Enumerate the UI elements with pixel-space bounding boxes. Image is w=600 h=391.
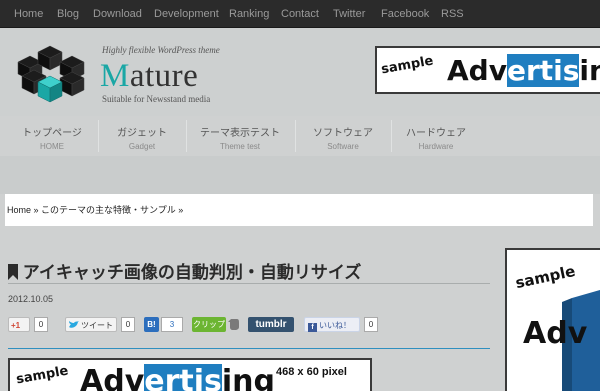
post-date: 2012.10.05 <box>8 294 54 304</box>
ad-word-highlight: ertis <box>144 364 222 391</box>
gplus-label: +1 <box>11 321 21 330</box>
site-tagline: Highly flexible WordPress theme <box>102 45 220 55</box>
title-underline <box>8 283 490 284</box>
logo-cubes-icon[interactable] <box>8 40 96 108</box>
logo-rest: ature <box>129 58 199 94</box>
nav-item-label: ハードウェア <box>406 128 466 139</box>
content-advertisement[interactable]: sample Advertising 468 x 60 pixel <box>8 358 372 391</box>
ad-word: Advertising <box>80 364 275 391</box>
content-divider <box>8 348 490 349</box>
tweet-button[interactable]: ツイート <box>65 317 117 332</box>
ad-word: Adv <box>523 316 588 351</box>
evernote-icon[interactable] <box>228 318 240 331</box>
topnav-link-contact[interactable]: Contact <box>281 8 319 20</box>
ad-word-highlight: ertis <box>506 54 580 87</box>
nav-item-label: トップページ <box>22 128 82 139</box>
hatena-bookmark-button[interactable]: B! <box>144 317 159 332</box>
ad-word-pre: Adv <box>80 364 145 391</box>
facebook-like-button[interactable]: f いいね！ <box>304 317 360 332</box>
topnav-link-home[interactable]: Home <box>14 8 43 20</box>
topnav-link-rss[interactable]: RSS <box>441 8 464 20</box>
ad-word: Advertising <box>447 54 600 87</box>
ad-word-post: ing <box>221 364 275 391</box>
nav-item-sublabel: Software <box>327 142 359 151</box>
ad-size-label: 468 x 60 pixel <box>276 366 347 378</box>
nav-divider <box>295 120 296 152</box>
breadcrumb[interactable]: Home » このテーマの主な特徴・サンプル » <box>5 194 593 226</box>
facebook-like-label: いいね！ <box>319 321 351 330</box>
gplus-button[interactable]: +1 <box>8 317 30 332</box>
tumblr-button[interactable]: tumblr <box>248 317 294 332</box>
header-band <box>0 156 600 194</box>
ad-word-pre: Adv <box>447 54 507 87</box>
nav-item-sublabel: HOME <box>40 142 64 151</box>
breadcrumb-text[interactable]: Home » このテーマの主な特徴・サンプル » <box>7 203 183 216</box>
bookmark-icon <box>8 264 18 280</box>
nav-divider <box>391 120 392 152</box>
topnav-link-ranking[interactable]: Ranking <box>229 8 269 20</box>
header-advertisement[interactable]: sample Advertising <box>375 46 600 94</box>
nav-item-label: テーマ表示テスト <box>200 128 280 139</box>
ad-sample-label: sample <box>15 363 70 388</box>
twitter-bird-icon <box>69 321 79 328</box>
tweet-count: 0 <box>121 317 135 332</box>
nav-item-software[interactable]: ソフトウェア Software <box>302 116 384 156</box>
topnav-link-development[interactable]: Development <box>154 8 219 20</box>
topnav-link-facebook[interactable]: Facebook <box>381 8 429 20</box>
nav-divider <box>98 120 99 152</box>
nav-item-sublabel: Theme test <box>219 142 260 151</box>
post-title: アイキャッチ画像の自動判別・自動リサイズ <box>8 258 361 283</box>
main-navigation: トップページ HOME ガジェット Gadget テーマ表示テスト Theme … <box>0 116 600 156</box>
nav-item-label: ソフトウェア <box>313 128 373 139</box>
nav-item-label: ガジェット <box>117 128 167 139</box>
clip-button[interactable]: クリップ <box>192 317 226 332</box>
ad-sample-label: sample <box>380 53 435 78</box>
site-logo[interactable]: Mature <box>100 58 198 95</box>
nav-item-hardware[interactable]: ハードウェア Hardware <box>396 116 476 156</box>
nav-item-gadget[interactable]: ガジェット Gadget <box>104 116 180 156</box>
hatena-count: 3 <box>161 317 183 332</box>
topnav-link-download[interactable]: Download <box>93 8 142 20</box>
logo-first-letter: M <box>100 58 130 94</box>
top-navigation-bar: Home Blog Download Development Ranking C… <box>0 0 600 28</box>
tweet-label: ツイート <box>81 321 113 330</box>
gplus-count: 0 <box>34 317 48 332</box>
nav-divider <box>186 120 187 152</box>
ad-word-post: ing <box>579 54 600 87</box>
topnav-link-blog[interactable]: Blog <box>57 8 79 20</box>
nav-item-home[interactable]: トップページ HOME <box>14 116 90 156</box>
nav-item-theme-test[interactable]: テーマ表示テスト Theme test <box>192 116 288 156</box>
nav-item-sublabel: Gadget <box>128 142 156 151</box>
facebook-icon: f <box>308 323 317 332</box>
topnav-link-twitter[interactable]: Twitter <box>333 8 365 20</box>
nav-item-sublabel: Hardware <box>418 142 454 151</box>
social-buttons: +1 0 ツイート 0 B! 3 クリップ tumblr f いいね！ 0 <box>0 317 400 332</box>
post-title-text: アイキャッチ画像の自動判別・自動リサイズ <box>22 263 362 282</box>
site-sublabel: Suitable for Newsstand media <box>102 94 211 104</box>
facebook-count: 0 <box>364 317 378 332</box>
sidebar-advertisement[interactable]: sample Adv <box>505 248 600 391</box>
